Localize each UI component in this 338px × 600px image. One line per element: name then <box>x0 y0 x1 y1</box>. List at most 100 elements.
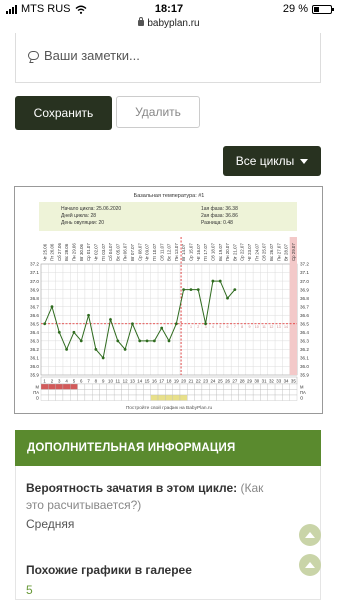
luteal-day-number: 6 <box>227 325 229 329</box>
marker-cell <box>143 389 151 396</box>
save-button[interactable]: Сохранить <box>15 96 112 130</box>
marker-cell <box>165 394 173 401</box>
stat-phase1: 1ая фаза: 36.38 <box>201 206 238 212</box>
temperature-point <box>160 326 164 330</box>
marker-cell <box>135 383 144 390</box>
marker-cell <box>92 389 100 396</box>
marker-cell <box>40 383 49 390</box>
temperature-point <box>226 296 229 300</box>
temperature-point <box>211 279 215 283</box>
luteal-day-number: 5 <box>219 325 221 329</box>
y-tick-right: 36.6 <box>300 313 309 318</box>
marker-cell <box>252 383 261 390</box>
date-label: Вт 14.07 <box>181 243 186 261</box>
luteal-day-number: 10 <box>255 325 259 329</box>
marker-cell <box>194 383 203 390</box>
marker-cell <box>128 394 137 401</box>
date-label: Сб 04.07 <box>108 243 113 261</box>
date-label: Пн 06.07 <box>123 243 128 261</box>
marker-cell <box>245 383 254 390</box>
marker-cell <box>135 394 144 401</box>
temperature-point <box>218 279 222 283</box>
marker-cell <box>55 394 64 401</box>
scroll-up-button-secondary[interactable] <box>299 554 321 576</box>
marker-cell <box>62 383 71 390</box>
marker-cell <box>230 389 239 396</box>
date-label: Пн 13.07 <box>174 243 179 261</box>
marker-cell <box>267 394 276 401</box>
marker-cell <box>289 383 298 390</box>
marker-cell <box>179 383 188 390</box>
marker-cell <box>179 394 188 401</box>
marker-cell <box>150 389 159 396</box>
marker-cell <box>230 394 239 401</box>
marker-cell <box>238 389 246 396</box>
date-label: Вс 19.07 <box>218 243 223 261</box>
marker-cell <box>106 394 115 401</box>
day-number: 10 <box>108 378 113 383</box>
y-tick-right: 36.2 <box>300 347 309 352</box>
notes-field[interactable]: Ваши заметки... <box>15 33 321 83</box>
day-number: 20 <box>181 378 186 383</box>
row-label-right: М <box>300 384 304 389</box>
comment-icon <box>28 51 39 60</box>
date-label: Вс 12.07 <box>167 243 172 261</box>
marker-cell <box>92 383 100 390</box>
marker-cell <box>245 389 254 396</box>
marker-cell <box>194 389 203 396</box>
marker-cell <box>201 383 210 390</box>
marker-cell <box>106 383 115 390</box>
marker-cell <box>201 389 210 396</box>
row-label-left: ПА <box>33 390 39 395</box>
day-number: 15 <box>145 378 150 383</box>
day-number: 19 <box>174 378 179 383</box>
marker-cell <box>99 383 108 390</box>
stat-cycle-days: Дней цикла: 28 <box>61 212 96 219</box>
marker-cell <box>113 389 122 396</box>
marker-cell <box>238 394 246 401</box>
similar-charts-label: Похожие графики в галерее <box>26 563 192 577</box>
y-tick-left: 36.9 <box>30 287 39 292</box>
date-label: Пт 24.07 <box>254 243 259 261</box>
y-tick-right: 35.9 <box>300 373 309 378</box>
url-text: babyplan.ru <box>147 18 200 29</box>
chart-svg: Базальная температура: #1 Начало цикла: … <box>30 193 309 411</box>
delete-button[interactable]: Удалить <box>116 96 200 128</box>
row-label-left: М <box>36 384 40 389</box>
y-tick-right: 37.0 <box>300 279 309 284</box>
day-number: 30 <box>254 378 259 383</box>
address-bar[interactable]: babyplan.ru <box>0 17 338 32</box>
date-label: Вс 26.07 <box>269 243 274 261</box>
date-label: Пн 29.06 <box>72 243 77 261</box>
marker-cell <box>121 389 129 396</box>
similar-charts-count[interactable]: 5 <box>26 583 33 597</box>
day-number: 13 <box>130 378 135 383</box>
marker-cell <box>274 383 283 390</box>
marker-cell <box>209 394 217 401</box>
marker-cell <box>252 394 261 401</box>
marker-cell <box>48 389 56 396</box>
all-cycles-dropdown[interactable]: Все циклы <box>223 146 321 176</box>
y-tick-left: 36.2 <box>30 347 39 352</box>
y-tick-left: 36.4 <box>30 330 39 335</box>
scroll-up-button[interactable] <box>299 524 321 546</box>
marker-cell <box>40 394 49 401</box>
info-section-header: ДОПОЛНИТЕЛЬНАЯ ИНФОРМАЦИЯ <box>15 430 321 466</box>
date-label: Чт 16.07 <box>196 243 201 261</box>
marker-cell <box>77 389 86 396</box>
date-label: Чт 09.07 <box>145 243 150 261</box>
date-label: Пн 20.07 <box>225 243 230 261</box>
stat-cycle-start: Начало цикла: 25.06.2020 <box>61 206 121 212</box>
marker-cell <box>40 389 49 396</box>
marker-cell <box>121 383 129 390</box>
marker-cell <box>260 394 268 401</box>
date-label: Ср 08.07 <box>137 243 142 261</box>
marker-cell <box>274 394 283 401</box>
date-label: Вт 30.06 <box>79 243 84 261</box>
luteal-day-number: 11 <box>262 325 266 329</box>
day-number: 26 <box>225 378 230 383</box>
temperature-point <box>182 288 186 292</box>
battery-percent: 29 % <box>282 3 308 15</box>
row-label-right: О <box>300 395 304 400</box>
marker-cell <box>172 394 181 401</box>
